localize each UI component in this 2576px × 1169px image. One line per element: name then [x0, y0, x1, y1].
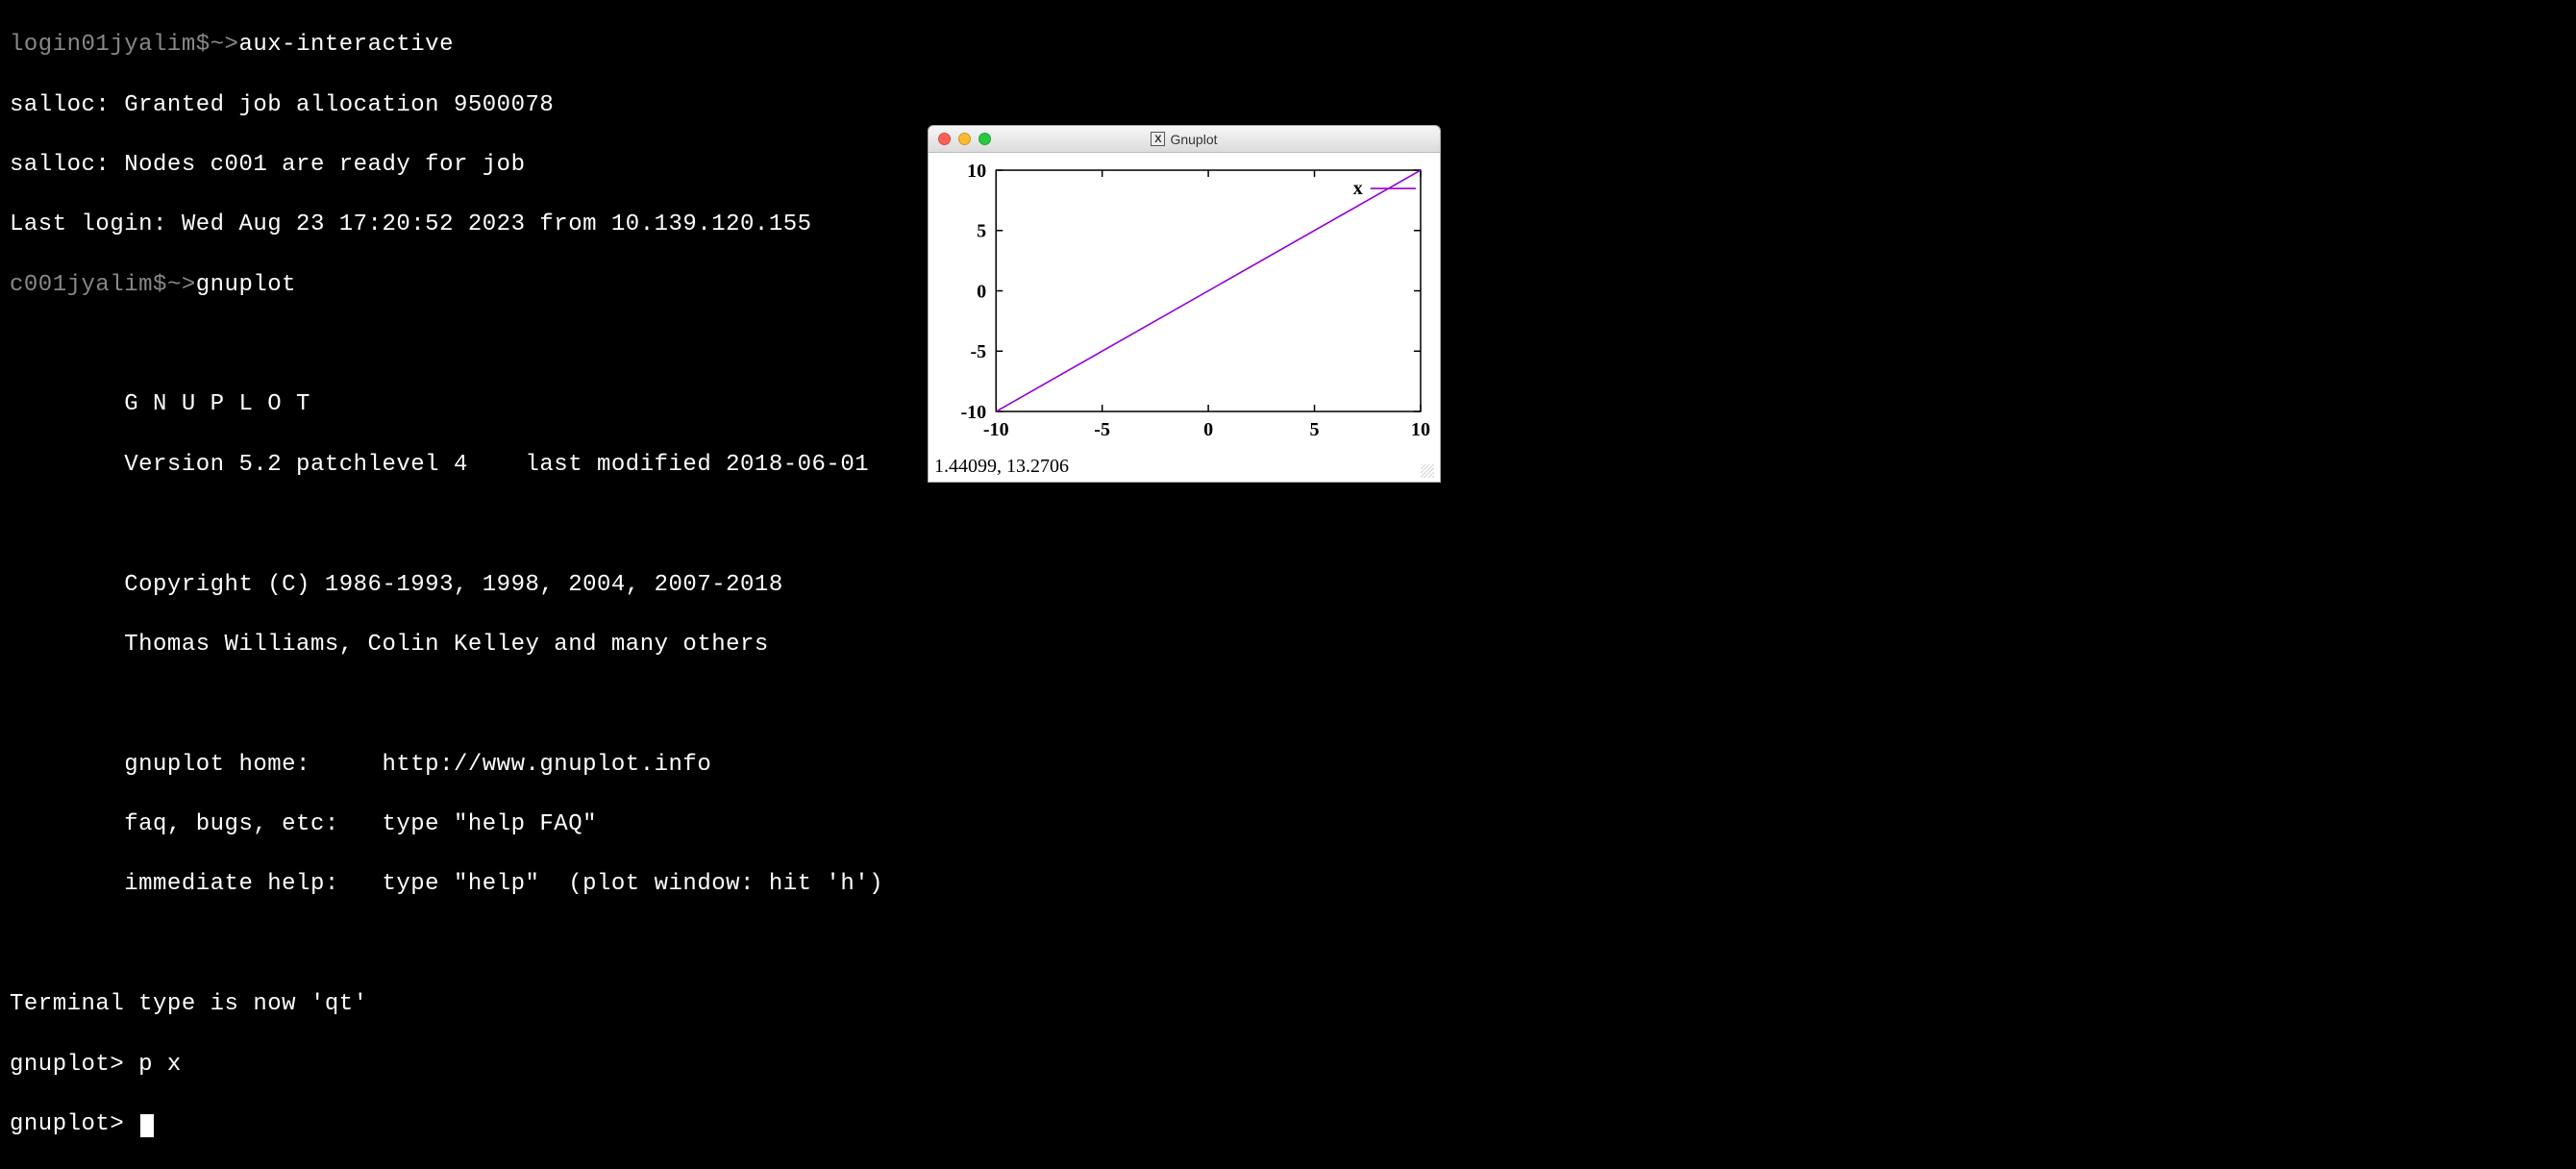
x-tick-label: 5: [1310, 419, 1320, 440]
prompt-host: c001jyalim$: [10, 272, 167, 298]
gnuplot-banner-home: gnuplot home: http://www.gnuplot.info: [10, 750, 883, 780]
window-title: X Gnuplot: [929, 132, 1440, 147]
prompt-sep: ~>: [211, 32, 239, 58]
gnuplot-window[interactable]: X Gnuplot: [928, 125, 1441, 483]
terminal-line: Last login: Wed Aug 23 17:20:52 2023 fro…: [10, 210, 883, 239]
minimize-window-button[interactable]: [958, 133, 971, 145]
traffic-lights: [929, 133, 991, 145]
x11-icon: X: [1151, 132, 1165, 146]
terminal-blank-line: [10, 510, 883, 539]
terminal-line: login01jyalim$~>aux-interactive: [10, 30, 883, 60]
prompt-host: login01jyalim$: [10, 32, 211, 58]
x-tick-label: -5: [1094, 419, 1110, 440]
y-tick-label: -5: [970, 341, 986, 362]
x-tick-label: 0: [1203, 419, 1213, 440]
series-line: [996, 170, 1421, 411]
terminal-line: gnuplot>: [10, 1109, 883, 1139]
terminal-line: gnuplot> p x: [10, 1050, 883, 1080]
gnuplot-banner-faq: faq, bugs, etc: type "help FAQ": [10, 809, 883, 839]
terminal-blank-line: [10, 930, 883, 959]
gnuplot-banner-help: immediate help: type "help" (plot window…: [10, 869, 883, 899]
terminal-line: salloc: Granted job allocation 9500078: [10, 90, 883, 120]
plot-canvas[interactable]: 10 5 0 -5 -10 -10 -5 0 5 10 x: [929, 153, 1440, 454]
terminal-blank-line: [10, 689, 883, 719]
plot-svg[interactable]: 10 5 0 -5 -10 -10 -5 0 5 10 x: [938, 161, 1430, 450]
y-tick-label: 5: [977, 220, 986, 241]
terminal[interactable]: login01jyalim$~>aux-interactive salloc: …: [10, 0, 883, 1169]
x-tick-label: -10: [983, 419, 1009, 440]
gnuplot-banner-copyright: Copyright (C) 1986-1993, 1998, 2004, 200…: [10, 570, 883, 600]
terminal-line: Terminal type is now 'qt': [10, 989, 883, 1019]
terminal-line: c001jyalim$~>gnuplot: [10, 270, 883, 300]
legend-label: x: [1353, 178, 1363, 199]
gnuplot-banner-title: G N U P L O T: [10, 389, 883, 419]
coord-readout: 1.44099, 13.2706: [934, 456, 1069, 478]
gnuplot-banner-version: Version 5.2 patchlevel 4 last modified 2…: [10, 450, 883, 480]
close-window-button[interactable]: [938, 133, 951, 145]
y-tick-label: 10: [967, 161, 986, 182]
resize-grip[interactable]: [1421, 464, 1434, 478]
command-text: gnuplot: [196, 272, 296, 298]
terminal-blank-line: [10, 330, 883, 360]
gnuplot-banner-authors: Thomas Williams, Colin Kelley and many o…: [10, 630, 883, 659]
cursor[interactable]: [140, 1114, 154, 1137]
x-tick-label: 10: [1411, 419, 1430, 440]
window-titlebar[interactable]: X Gnuplot: [929, 126, 1440, 153]
y-tick-label: 0: [977, 282, 986, 303]
command-text: p x: [138, 1052, 182, 1078]
coord-readout-bar: 1.44099, 13.2706: [929, 454, 1440, 482]
gnuplot-prompt: gnuplot>: [10, 1052, 138, 1078]
gnuplot-prompt: gnuplot>: [10, 1111, 138, 1137]
terminal-line: salloc: Nodes c001 are ready for job: [10, 150, 883, 180]
command-text: aux-interactive: [238, 32, 454, 58]
zoom-window-button[interactable]: [978, 133, 991, 145]
prompt-sep: ~>: [167, 272, 196, 298]
window-title-text: Gnuplot: [1170, 132, 1217, 147]
